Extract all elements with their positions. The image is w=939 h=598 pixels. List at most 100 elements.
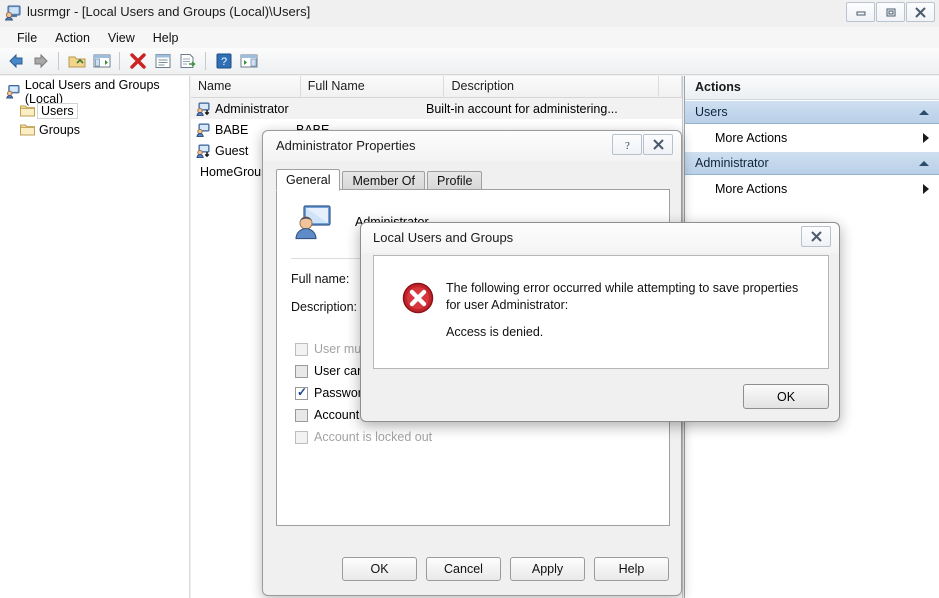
restore-button[interactable] — [876, 2, 905, 22]
back-arrow-icon[interactable] — [4, 50, 27, 73]
show-hide-tree-icon[interactable] — [90, 50, 113, 73]
tree-root-label: Local Users and Groups (Local) — [24, 77, 160, 106]
checkbox-box — [295, 385, 308, 400]
checkbox-account-is-locked-out[interactable]: Account is locked out — [295, 430, 432, 444]
error-dialog-footer: OK — [373, 384, 829, 409]
properties-tabstrip: General Member Of Profile — [276, 169, 484, 191]
help-question-button[interactable]: ? — [612, 134, 642, 155]
error-dialog-controls — [800, 226, 831, 247]
user-name-cell: Administrator — [196, 102, 296, 116]
console-tree-pane: Local Users and Groups (Local) Users Gro… — [0, 76, 190, 598]
properties-icon[interactable] — [151, 50, 174, 73]
user-name-text: BABE — [215, 122, 249, 137]
tab-profile[interactable]: Profile — [427, 171, 483, 191]
chevron-up-icon[interactable] — [919, 160, 929, 166]
sidebar-item-groups[interactable]: Groups — [4, 120, 189, 139]
actions-group-administrator-label: Administrator — [695, 156, 769, 170]
error-dialog-titlebar: Local Users and Groups — [361, 223, 839, 253]
full-name-label: Full name: — [291, 272, 350, 286]
action-more-actions-administrator-label: More Actions — [715, 181, 788, 196]
user-admin-icon — [196, 144, 210, 158]
window-title: lusrmgr - [Local Users and Groups (Local… — [27, 4, 311, 19]
error-dialog-body: The following error occurred while attem… — [373, 255, 829, 369]
checkbox-box — [295, 342, 308, 356]
chevron-up-icon[interactable] — [919, 109, 929, 115]
user-admin-icon — [196, 102, 210, 116]
user-name-text: Administrator — [215, 101, 289, 116]
column-header-name[interactable]: Name — [191, 76, 301, 98]
menubar: File Action View Help — [0, 27, 939, 48]
forward-arrow-icon[interactable] — [29, 50, 52, 73]
error-dialog: Local Users and Groups The following err… — [360, 222, 840, 422]
checkbox-box — [295, 364, 308, 378]
list-column-headers: Name Full Name Description — [191, 76, 682, 98]
actions-group-users-label: Users — [695, 105, 728, 119]
help-button[interactable]: Help — [594, 557, 669, 581]
user-icon — [196, 123, 210, 137]
window-titlebar: lusrmgr - [Local Users and Groups (Local… — [0, 0, 939, 27]
help-icon[interactable]: ? — [212, 50, 235, 73]
actions-group-users[interactable]: Users — [685, 100, 939, 124]
column-header-description[interactable]: Description — [444, 76, 660, 98]
toolbar-separator — [119, 52, 120, 70]
actions-group-administrator[interactable]: Administrator — [685, 151, 939, 175]
error-ok-button[interactable]: OK — [743, 384, 829, 409]
toolbar: ? — [0, 48, 939, 75]
error-detail: Access is denied. — [446, 325, 544, 339]
sidebar-item-users-label: Users — [37, 102, 78, 119]
checkbox-box — [295, 408, 308, 422]
tab-member-of[interactable]: Member Of — [342, 171, 425, 191]
user-name-text: Guest — [215, 143, 249, 158]
toolbar-separator — [205, 52, 206, 70]
ok-button[interactable]: OK — [342, 557, 417, 581]
menu-help[interactable]: Help — [144, 29, 188, 47]
up-folder-icon[interactable] — [65, 50, 88, 73]
export-list-icon[interactable] — [176, 50, 199, 73]
checkbox-box — [295, 430, 308, 444]
description-label: Description: — [291, 300, 357, 314]
properties-dialog-controls: ? — [611, 134, 673, 155]
svg-text:?: ? — [625, 140, 630, 151]
user-description-cell: Built-in account for administering... — [426, 101, 618, 116]
sidebar-item-groups-label: Groups — [39, 122, 80, 137]
close-button[interactable] — [906, 2, 935, 22]
action-more-actions-administrator[interactable]: More Actions — [685, 175, 939, 202]
menu-view[interactable]: View — [99, 29, 144, 47]
svg-text:?: ? — [220, 56, 226, 68]
folder-icon — [20, 105, 35, 117]
cancel-button[interactable]: Cancel — [426, 557, 501, 581]
checkbox-label: Account is locked out — [314, 430, 433, 444]
window-controls — [845, 2, 935, 22]
apply-button[interactable]: Apply — [510, 557, 585, 581]
chevron-right-icon — [923, 183, 929, 194]
action-more-actions-users-label: More Actions — [715, 130, 788, 145]
menu-action[interactable]: Action — [46, 29, 99, 47]
computer-icon — [6, 84, 20, 99]
error-dialog-title: Local Users and Groups — [373, 230, 514, 245]
properties-dialog-buttons: OK Cancel Apply Help — [263, 557, 683, 581]
user-large-icon — [295, 205, 331, 240]
toolbar-separator — [58, 52, 59, 70]
tree-root-node[interactable]: Local Users and Groups (Local) — [4, 78, 189, 106]
properties-dialog-title: Administrator Properties — [276, 138, 416, 153]
action-more-actions-users[interactable]: More Actions — [685, 124, 939, 151]
error-x-icon — [402, 282, 434, 314]
show-hide-action-pane-icon[interactable] — [237, 50, 260, 73]
error-message: The following error occurred while attem… — [446, 281, 799, 312]
actions-pane-title: Actions — [685, 76, 939, 100]
minimize-button[interactable] — [846, 2, 875, 22]
chevron-right-icon — [923, 132, 929, 143]
error-close-button[interactable] — [801, 226, 831, 247]
tab-general[interactable]: General — [276, 169, 341, 191]
folder-icon — [20, 124, 35, 136]
menu-file[interactable]: File — [8, 29, 46, 47]
properties-dialog-titlebar: Administrator Properties ? — [263, 131, 681, 161]
column-header-filler — [659, 76, 682, 98]
delete-icon[interactable] — [126, 50, 149, 73]
properties-close-button[interactable] — [643, 134, 673, 155]
computer-users-icon — [5, 5, 21, 21]
lusrmgr-window: lusrmgr - [Local Users and Groups (Local… — [0, 0, 939, 598]
column-header-full-name[interactable]: Full Name — [301, 76, 445, 98]
table-row[interactable]: Administrator Built-in account for admin… — [191, 98, 682, 119]
screen-root: lusrmgr - [Local Users and Groups (Local… — [0, 0, 939, 598]
